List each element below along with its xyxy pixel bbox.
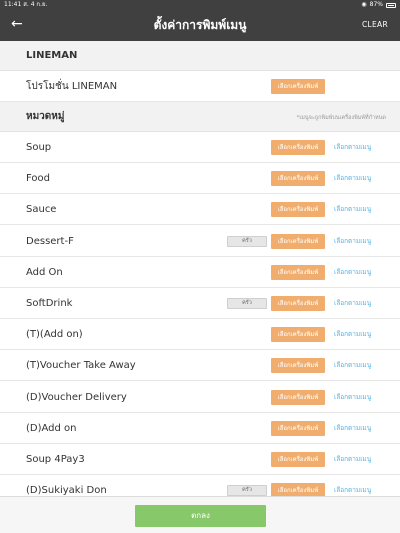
select-printer-button[interactable]: เลือกเครื่องพิมพ์ xyxy=(271,140,325,155)
battery-icon xyxy=(386,2,396,8)
select-by-menu-link[interactable]: เลือกตามเมนู xyxy=(334,234,371,249)
category-label: Soup xyxy=(26,142,52,153)
category-row: (D)Add on เลือกเครื่องพิมพ์ เลือกตามเมนู xyxy=(0,413,400,444)
select-by-menu-link[interactable]: เลือกตามเมนู xyxy=(334,327,371,342)
select-printer-button[interactable]: เลือกเครื่องพิมพ์ xyxy=(271,358,325,373)
select-printer-button[interactable]: เลือกเครื่องพิมพ์ xyxy=(271,79,325,94)
select-printer-button[interactable]: เลือกเครื่องพิมพ์ xyxy=(271,171,325,186)
category-label: (T)(Add on) xyxy=(26,329,83,340)
select-printer-button[interactable]: เลือกเครื่องพิมพ์ xyxy=(271,327,325,342)
status-time-date: 11:41 ส. 4 ก.ย. xyxy=(4,0,47,10)
select-printer-button[interactable]: เลือกเครื่องพิมพ์ xyxy=(271,452,325,467)
category-label: Dessert-F xyxy=(26,236,74,247)
lineman-promo-row: โปรโมชั่น LINEMAN เลือกเครื่องพิมพ์ xyxy=(0,71,400,102)
select-by-menu-link[interactable]: เลือกตามเมนู xyxy=(334,358,371,373)
select-by-menu-link[interactable]: เลือกตามเมนู xyxy=(334,296,371,311)
select-printer-button[interactable]: เลือกเครื่องพิมพ์ xyxy=(271,202,325,217)
category-label: Sauce xyxy=(26,204,57,215)
category-label: (D)Voucher Delivery xyxy=(26,392,127,403)
status-date: ส. 4 ก.ย. xyxy=(23,1,48,8)
select-by-menu-link[interactable]: เลือกตามเมนู xyxy=(334,421,371,436)
printer-badge: ครัว xyxy=(227,236,267,247)
category-row: (D)Voucher Delivery เลือกเครื่องพิมพ์ เลือ… xyxy=(0,382,400,413)
select-by-menu-link[interactable]: เลือกตามเมนู xyxy=(334,452,371,467)
category-row: Soup 4Pay3 เลือกเครื่องพิมพ์ เลือกตามเมนู xyxy=(0,444,400,475)
category-label: Soup 4Pay3 xyxy=(26,454,85,465)
category-label: Add On xyxy=(26,267,63,278)
select-by-menu-link[interactable]: เลือกตามเมนู xyxy=(334,171,371,186)
category-row: Sauce เลือกเครื่องพิมพ์ เลือกตามเมนู xyxy=(0,194,400,225)
status-bar: 11:41 ส. 4 ก.ย. ◉ 87% xyxy=(0,0,400,10)
category-label: (D)Add on xyxy=(26,423,77,434)
bottom-bar: ตกลง xyxy=(0,496,400,533)
select-printer-button[interactable]: เลือกเครื่องพิมพ์ xyxy=(271,265,325,280)
category-label: SoftDrink xyxy=(26,298,73,309)
select-by-menu-link[interactable]: เลือกตามเมนู xyxy=(334,390,371,405)
category-row: Add On เลือกเครื่องพิมพ์ เลือกตามเมนู xyxy=(0,257,400,288)
category-row: Soup เลือกเครื่องพิมพ์ เลือกตามเมนู xyxy=(0,132,400,163)
ok-button[interactable]: ตกลง xyxy=(135,505,266,527)
category-section-header: หมวดหมู่ *เมนูจะถูกพิมพ์บนเครื่องพิมพ์ที… xyxy=(0,102,400,132)
category-row: (T)(Add on) เลือกเครื่องพิมพ์ เลือกตามเมนู xyxy=(0,319,400,350)
select-printer-button[interactable]: เลือกเครื่องพิมพ์ xyxy=(271,421,325,436)
category-row: SoftDrink ครัว เลือกเครื่องพิมพ์ เลือกตามเม… xyxy=(0,288,400,319)
select-by-menu-link[interactable]: เลือกตามเมนู xyxy=(334,202,371,217)
select-printer-button[interactable]: เลือกเครื่องพิมพ์ xyxy=(271,296,325,311)
select-by-menu-link[interactable]: เลือกตามเมนู xyxy=(334,265,371,280)
select-printer-button[interactable]: เลือกเครื่องพิมพ์ xyxy=(271,234,325,249)
select-by-menu-link[interactable]: เลือกตามเมนู xyxy=(334,140,371,155)
nav-bar: ← ตั้งค่าการพิมพ์เมนู CLEAR xyxy=(0,10,400,41)
clear-button[interactable]: CLEAR xyxy=(362,20,388,30)
select-printer-button[interactable]: เลือกเครื่องพิมพ์ xyxy=(271,390,325,405)
category-row: Food เลือกเครื่องพิมพ์ เลือกตามเมนู xyxy=(0,163,400,194)
status-time: 11:41 xyxy=(4,1,22,8)
category-label: Food xyxy=(26,173,50,184)
status-right: ◉ 87% xyxy=(361,0,396,10)
category-row: Dessert-F ครัว เลือกเครื่องพิมพ์ เลือกตามเม… xyxy=(0,226,400,257)
category-row: (T)Voucher Take Away เลือกเครื่องพิมพ์ เลื… xyxy=(0,350,400,381)
printer-badge: ครัว xyxy=(227,298,267,309)
wifi-icon: ◉ xyxy=(361,1,367,8)
printer-badge: ครัว xyxy=(227,485,267,496)
category-section-title: หมวดหมู่ xyxy=(26,111,65,122)
lineman-section-header: LINEMAN xyxy=(0,41,400,71)
battery-percent: 87% xyxy=(369,1,383,8)
category-label: (T)Voucher Take Away xyxy=(26,360,136,371)
category-section-note: *เมนูจะถูกพิมพ์บนเครื่องพิมพ์ที่กำหนด xyxy=(296,115,386,121)
lineman-section-title: LINEMAN xyxy=(26,50,78,61)
lineman-promo-label: โปรโมชั่น LINEMAN xyxy=(26,81,118,92)
page-title: ตั้งค่าการพิมพ์เมนู xyxy=(153,18,247,32)
